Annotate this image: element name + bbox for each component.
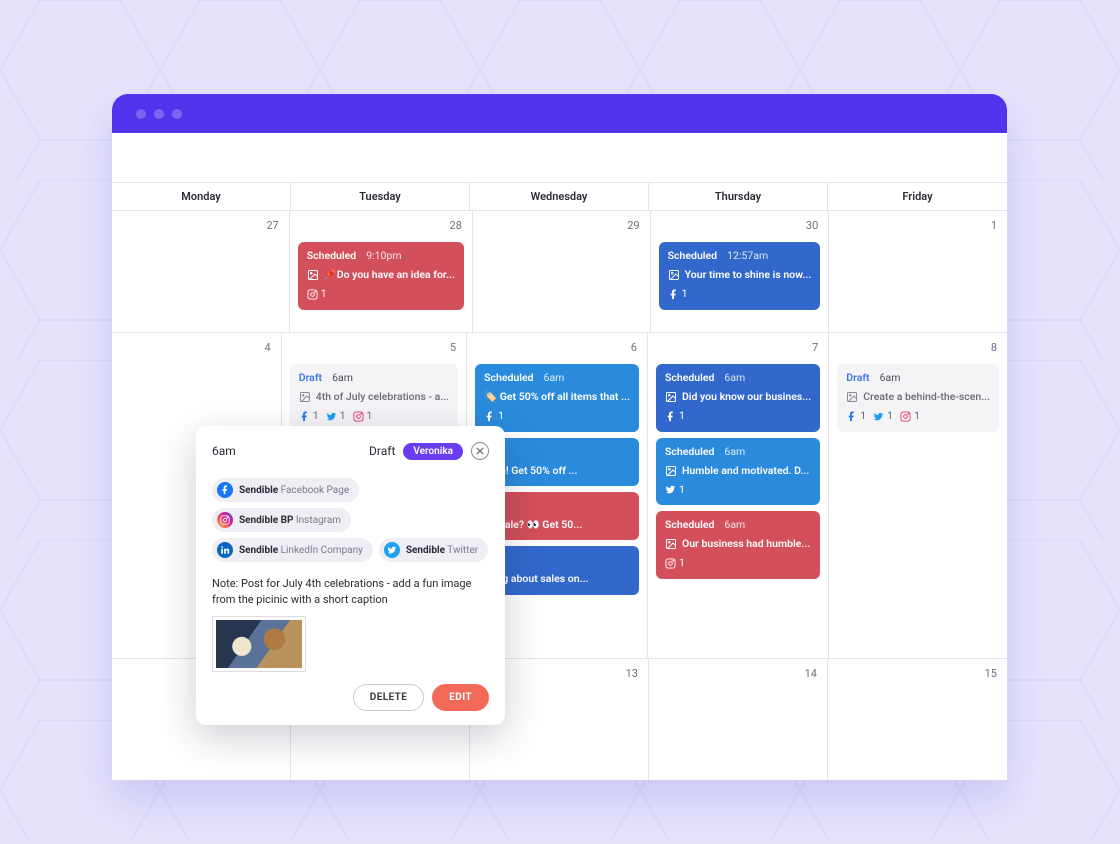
delete-button[interactable]: DELETE bbox=[353, 684, 424, 711]
instagram-count: 1 bbox=[665, 556, 685, 570]
calendar-cell[interactable]: 28 Scheduled 9:10pm 📌Do you have an idea … bbox=[290, 211, 473, 333]
calendar-cell[interactable]: 27 bbox=[112, 211, 290, 333]
day-number: 30 bbox=[659, 215, 821, 236]
image-icon bbox=[846, 391, 858, 403]
facebook-count: 1 bbox=[484, 409, 504, 423]
post-time: 6am bbox=[332, 371, 353, 385]
post-text: Humble and motivated. D... bbox=[682, 464, 809, 478]
facebook-icon bbox=[217, 482, 233, 498]
image-icon bbox=[665, 538, 677, 550]
window-dot bbox=[136, 109, 146, 119]
calendar-cell[interactable]: 29 bbox=[473, 211, 651, 333]
post-card[interactable]: Scheduled6am Our business had humble... … bbox=[656, 511, 820, 579]
channel-chip-instagram[interactable]: Sendible BP Instagram bbox=[212, 508, 351, 532]
day-number: 1 bbox=[837, 215, 999, 236]
weekday-label: Thursday bbox=[649, 183, 828, 210]
weekday-label: Friday bbox=[828, 183, 1007, 210]
post-text: 📌Do you have an idea for... bbox=[324, 268, 455, 282]
facebook-count: 1 bbox=[668, 287, 688, 301]
post-card[interactable]: Scheduled6am 🏷️ Get 50% off all items th… bbox=[475, 364, 639, 432]
weekday-label: Wednesday bbox=[470, 183, 649, 210]
day-number: 29 bbox=[481, 215, 642, 236]
twitter-count: 1 bbox=[326, 409, 346, 423]
post-time: 12:57am bbox=[727, 249, 768, 263]
facebook-count: 1 bbox=[846, 409, 866, 423]
facebook-count: 1 bbox=[665, 409, 685, 423]
day-number: 8 bbox=[837, 337, 999, 358]
post-text: Did you know our busines... bbox=[682, 390, 811, 404]
post-note: Note: Post for July 4th celebrations - a… bbox=[212, 576, 489, 608]
post-detail-popover: 6am Draft Veronika Sendible Facebook Pag… bbox=[196, 426, 505, 725]
post-text: Our business had humble... bbox=[682, 537, 810, 551]
day-number: 28 bbox=[298, 215, 464, 236]
weekday-label: Tuesday bbox=[291, 183, 470, 210]
channel-chip-facebook[interactable]: Sendible Facebook Page bbox=[212, 478, 359, 502]
post-status: Scheduled bbox=[307, 249, 356, 263]
post-time: 9:10pm bbox=[366, 249, 401, 263]
image-icon bbox=[665, 465, 677, 477]
post-status: Scheduled bbox=[668, 249, 717, 263]
linkedin-icon bbox=[217, 542, 233, 558]
author-badge: Veronika bbox=[403, 443, 463, 460]
image-icon bbox=[668, 269, 680, 281]
channel-chip-twitter[interactable]: Sendible Twitter bbox=[379, 538, 488, 562]
popover-time: 6am bbox=[212, 444, 236, 458]
twitter-count: 1 bbox=[873, 409, 893, 423]
channel-chip-linkedin[interactable]: Sendible LinkedIn Company bbox=[212, 538, 373, 562]
window-dot bbox=[172, 109, 182, 119]
post-text: 🏷️ Get 50% off all items that ... bbox=[484, 390, 630, 404]
image-icon bbox=[307, 269, 319, 281]
post-text: Create a behind-the-scen... bbox=[863, 390, 990, 404]
image-icon bbox=[299, 391, 311, 403]
day-number: 7 bbox=[656, 337, 820, 358]
weekday-header: Monday Tuesday Wednesday Thursday Friday bbox=[112, 182, 1007, 211]
edit-button[interactable]: EDIT bbox=[432, 684, 489, 711]
post-text: Your time to shine is now... bbox=[685, 268, 812, 282]
day-number: 5 bbox=[290, 337, 458, 358]
calendar-cell[interactable]: 14 bbox=[649, 659, 828, 780]
calendar-cell[interactable]: 7 Scheduled6am Did you know our busines.… bbox=[648, 333, 829, 659]
weekday-label: Monday bbox=[112, 183, 291, 210]
post-card[interactable]: Scheduled6am Humble and motivated. D... … bbox=[656, 438, 820, 506]
post-card[interactable]: Scheduled 9:10pm 📌Do you have an idea for… bbox=[298, 242, 464, 310]
close-button[interactable] bbox=[471, 442, 489, 460]
post-text: 4th of July celebrations - a... bbox=[316, 390, 449, 404]
titlebar bbox=[112, 94, 1007, 133]
twitter-icon bbox=[384, 542, 400, 558]
instagram-count: 1 bbox=[353, 409, 373, 423]
facebook-count: 1 bbox=[299, 409, 319, 423]
calendar-cell[interactable]: 1 bbox=[829, 211, 1007, 333]
instagram-count: 1 bbox=[900, 409, 920, 423]
post-card-draft[interactable]: Draft 6am 4th of July celebrations - a...… bbox=[290, 364, 458, 432]
post-status: Draft bbox=[299, 371, 322, 385]
instagram-icon bbox=[217, 512, 233, 528]
image-icon bbox=[665, 391, 677, 403]
instagram-count: 1 bbox=[307, 287, 327, 301]
window-dot bbox=[154, 109, 164, 119]
day-number: 27 bbox=[120, 215, 281, 236]
day-number: 4 bbox=[120, 337, 273, 358]
calendar-cell[interactable]: 15 bbox=[828, 659, 1007, 780]
calendar-cell[interactable]: 8 Draft6am Create a behind-the-scen... 1… bbox=[829, 333, 1007, 659]
popover-status: Draft bbox=[369, 444, 395, 458]
day-number: 6 bbox=[475, 337, 639, 358]
calendar-cell[interactable]: 30 Scheduled 12:57am Your time to shine i… bbox=[651, 211, 830, 333]
post-thumbnail[interactable] bbox=[212, 616, 306, 672]
twitter-count: 1 bbox=[665, 483, 685, 497]
post-card-draft[interactable]: Draft6am Create a behind-the-scen... 1 1… bbox=[837, 364, 999, 432]
post-card[interactable]: Scheduled6am Did you know our busines...… bbox=[656, 364, 820, 432]
post-card[interactable]: Scheduled 12:57am Your time to shine is n… bbox=[659, 242, 821, 310]
